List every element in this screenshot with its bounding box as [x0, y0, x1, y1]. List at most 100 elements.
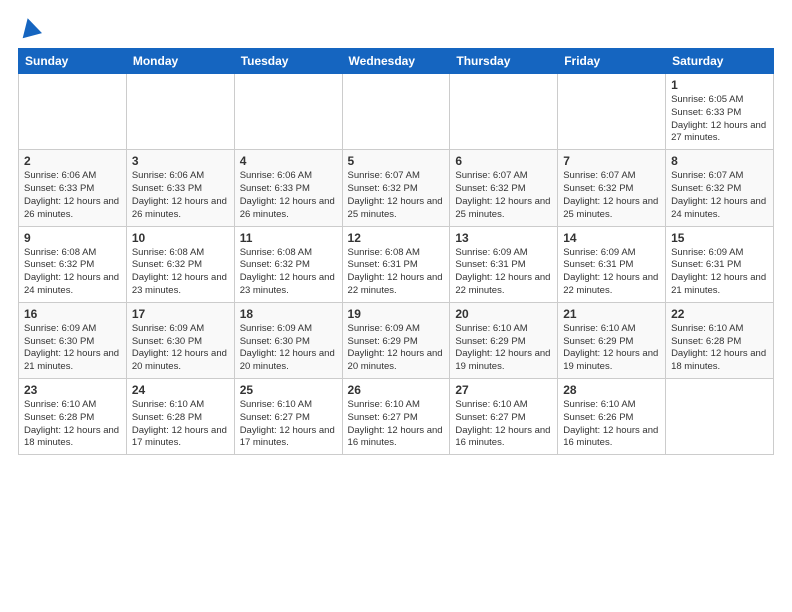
calendar-cell: 4 Sunrise: 6:06 AM Sunset: 6:33 PM Daylig… — [234, 150, 342, 226]
day-info: Sunrise: 6:10 AM Sunset: 6:28 PM Dayligh… — [671, 323, 768, 374]
day-number: 7 — [563, 154, 660, 168]
day-number: 25 — [240, 383, 337, 397]
day-info: Sunrise: 6:10 AM Sunset: 6:27 PM Dayligh… — [455, 399, 552, 450]
day-number: 17 — [132, 307, 229, 321]
day-number: 21 — [563, 307, 660, 321]
calendar-cell: 23 Sunrise: 6:10 AM Sunset: 6:28 PM Dayli… — [19, 379, 127, 455]
calendar-cell: 26 Sunrise: 6:10 AM Sunset: 6:27 PM Dayli… — [342, 379, 450, 455]
calendar-cell: 12 Sunrise: 6:08 AM Sunset: 6:31 PM Dayli… — [342, 226, 450, 302]
day-info: Sunrise: 6:10 AM Sunset: 6:29 PM Dayligh… — [455, 323, 552, 374]
day-info: Sunrise: 6:06 AM Sunset: 6:33 PM Dayligh… — [132, 170, 229, 221]
calendar-cell: 18 Sunrise: 6:09 AM Sunset: 6:30 PM Dayli… — [234, 302, 342, 378]
calendar-cell: 14 Sunrise: 6:09 AM Sunset: 6:31 PM Dayli… — [558, 226, 666, 302]
calendar-cell: 19 Sunrise: 6:09 AM Sunset: 6:29 PM Dayli… — [342, 302, 450, 378]
day-number: 28 — [563, 383, 660, 397]
day-info: Sunrise: 6:10 AM Sunset: 6:29 PM Dayligh… — [563, 323, 660, 374]
calendar-header-sunday: Sunday — [19, 49, 127, 74]
day-number: 4 — [240, 154, 337, 168]
day-number: 20 — [455, 307, 552, 321]
day-info: Sunrise: 6:06 AM Sunset: 6:33 PM Dayligh… — [240, 170, 337, 221]
day-info: Sunrise: 6:07 AM Sunset: 6:32 PM Dayligh… — [348, 170, 445, 221]
calendar-cell — [342, 74, 450, 150]
day-info: Sunrise: 6:08 AM Sunset: 6:32 PM Dayligh… — [132, 247, 229, 298]
day-number: 16 — [24, 307, 121, 321]
logo — [18, 18, 40, 38]
calendar-cell: 27 Sunrise: 6:10 AM Sunset: 6:27 PM Dayli… — [450, 379, 558, 455]
calendar-cell: 11 Sunrise: 6:08 AM Sunset: 6:32 PM Dayli… — [234, 226, 342, 302]
day-number: 27 — [455, 383, 552, 397]
calendar-cell: 17 Sunrise: 6:09 AM Sunset: 6:30 PM Dayli… — [126, 302, 234, 378]
calendar-cell: 13Sunrise: 6:09 AM Sunset: 6:31 PM Dayli… — [450, 226, 558, 302]
calendar-header-thursday: Thursday — [450, 49, 558, 74]
day-info: Sunrise: 6:08 AM Sunset: 6:32 PM Dayligh… — [24, 247, 121, 298]
calendar-cell: 5 Sunrise: 6:07 AM Sunset: 6:32 PM Daylig… — [342, 150, 450, 226]
calendar-week-0: 1 Sunrise: 6:05 AM Sunset: 6:33 PM Daylig… — [19, 74, 774, 150]
calendar-cell: 28 Sunrise: 6:10 AM Sunset: 6:26 PM Dayli… — [558, 379, 666, 455]
calendar-header-tuesday: Tuesday — [234, 49, 342, 74]
day-number: 12 — [348, 231, 445, 245]
day-number: 15 — [671, 231, 768, 245]
logo-triangle-icon — [18, 16, 42, 39]
day-info: Sunrise: 6:10 AM Sunset: 6:26 PM Dayligh… — [563, 399, 660, 450]
day-info: Sunrise: 6:09 AM Sunset: 6:30 PM Dayligh… — [132, 323, 229, 374]
day-number: 5 — [348, 154, 445, 168]
calendar-cell: 2 Sunrise: 6:06 AM Sunset: 6:33 PM Daylig… — [19, 150, 127, 226]
day-number: 18 — [240, 307, 337, 321]
day-info: Sunrise: 6:07 AM Sunset: 6:32 PM Dayligh… — [563, 170, 660, 221]
day-number: 1 — [671, 78, 768, 92]
calendar-header-monday: Monday — [126, 49, 234, 74]
calendar-week-1: 2 Sunrise: 6:06 AM Sunset: 6:33 PM Daylig… — [19, 150, 774, 226]
calendar-cell: 16 Sunrise: 6:09 AM Sunset: 6:30 PM Dayli… — [19, 302, 127, 378]
calendar-cell: 22 Sunrise: 6:10 AM Sunset: 6:28 PM Dayli… — [666, 302, 774, 378]
day-info: Sunrise: 6:05 AM Sunset: 6:33 PM Dayligh… — [671, 94, 768, 145]
calendar-cell — [19, 74, 127, 150]
calendar-week-4: 23 Sunrise: 6:10 AM Sunset: 6:28 PM Dayli… — [19, 379, 774, 455]
calendar-cell: 25Sunrise: 6:10 AM Sunset: 6:27 PM Dayli… — [234, 379, 342, 455]
day-number: 11 — [240, 231, 337, 245]
day-number: 23 — [24, 383, 121, 397]
calendar-cell: 3 Sunrise: 6:06 AM Sunset: 6:33 PM Daylig… — [126, 150, 234, 226]
day-info: Sunrise: 6:09 AM Sunset: 6:30 PM Dayligh… — [240, 323, 337, 374]
day-info: Sunrise: 6:07 AM Sunset: 6:32 PM Dayligh… — [455, 170, 552, 221]
calendar-cell: 1 Sunrise: 6:05 AM Sunset: 6:33 PM Daylig… — [666, 74, 774, 150]
calendar-cell: 24 Sunrise: 6:10 AM Sunset: 6:28 PM Dayli… — [126, 379, 234, 455]
calendar-cell — [450, 74, 558, 150]
day-info: Sunrise: 6:06 AM Sunset: 6:33 PM Dayligh… — [24, 170, 121, 221]
day-number: 13 — [455, 231, 552, 245]
day-number: 6 — [455, 154, 552, 168]
calendar-cell: 21 Sunrise: 6:10 AM Sunset: 6:29 PM Dayli… — [558, 302, 666, 378]
day-info: Sunrise: 6:09 AM Sunset: 6:31 PM Dayligh… — [563, 247, 660, 298]
day-number: 22 — [671, 307, 768, 321]
header — [18, 18, 774, 38]
day-number: 9 — [24, 231, 121, 245]
calendar-week-2: 9 Sunrise: 6:08 AM Sunset: 6:32 PM Daylig… — [19, 226, 774, 302]
calendar-cell: 6 Sunrise: 6:07 AM Sunset: 6:32 PM Daylig… — [450, 150, 558, 226]
calendar-cell: 7 Sunrise: 6:07 AM Sunset: 6:32 PM Daylig… — [558, 150, 666, 226]
calendar-cell — [558, 74, 666, 150]
page: SundayMondayTuesdayWednesdayThursdayFrid… — [0, 0, 792, 467]
calendar-cell — [234, 74, 342, 150]
day-info: Sunrise: 6:09 AM Sunset: 6:29 PM Dayligh… — [348, 323, 445, 374]
calendar-cell: 15 Sunrise: 6:09 AM Sunset: 6:31 PM Dayli… — [666, 226, 774, 302]
day-info: Sunrise: 6:10 AM Sunset: 6:27 PM Dayligh… — [348, 399, 445, 450]
calendar-cell — [126, 74, 234, 150]
day-number: 3 — [132, 154, 229, 168]
day-info: Sunrise: 6:09 AM Sunset: 6:31 PM Dayligh… — [671, 247, 768, 298]
day-number: 2 — [24, 154, 121, 168]
calendar-cell: 10 Sunrise: 6:08 AM Sunset: 6:32 PM Dayli… — [126, 226, 234, 302]
day-number: 8 — [671, 154, 768, 168]
day-info: Sunrise: 6:09 AM Sunset: 6:30 PM Dayligh… — [24, 323, 121, 374]
day-number: 19 — [348, 307, 445, 321]
calendar-cell — [666, 379, 774, 455]
calendar-cell: 9 Sunrise: 6:08 AM Sunset: 6:32 PM Daylig… — [19, 226, 127, 302]
day-number: 10 — [132, 231, 229, 245]
day-info: Sunrise: 6:10 AM Sunset: 6:28 PM Dayligh… — [24, 399, 121, 450]
day-info: Sunrise: 6:08 AM Sunset: 6:32 PM Dayligh… — [240, 247, 337, 298]
calendar-header-saturday: Saturday — [666, 49, 774, 74]
day-info: Sunrise: 6:08 AM Sunset: 6:31 PM Dayligh… — [348, 247, 445, 298]
day-info: Sunrise: 6:10 AM Sunset: 6:28 PM Dayligh… — [132, 399, 229, 450]
day-number: 14 — [563, 231, 660, 245]
calendar-header-wednesday: Wednesday — [342, 49, 450, 74]
day-number: 24 — [132, 383, 229, 397]
day-number: 26 — [348, 383, 445, 397]
